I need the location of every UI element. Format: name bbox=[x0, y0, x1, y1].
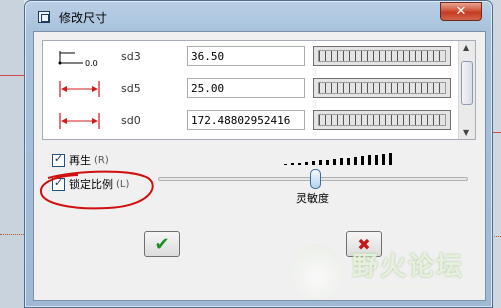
thumbwheel[interactable] bbox=[313, 46, 451, 66]
sensitivity-scale-icon bbox=[284, 153, 394, 165]
scroll-up-icon[interactable]: ▲ bbox=[463, 43, 469, 52]
regenerate-shortcut: (R) bbox=[94, 154, 109, 166]
sensitivity-tick bbox=[291, 163, 294, 165]
linear-dimension-icon: 0.0 bbox=[58, 51, 98, 67]
dimension-row: sd0 bbox=[43, 105, 457, 137]
sensitivity-tick bbox=[319, 160, 322, 165]
dimension-name: sd5 bbox=[121, 82, 141, 95]
cad-dotted-line bbox=[0, 234, 24, 235]
sensitivity-tick bbox=[375, 155, 378, 165]
scroll-down-icon[interactable]: ▼ bbox=[463, 128, 469, 137]
svg-text:0.0: 0.0 bbox=[85, 59, 98, 67]
sensitivity-tick bbox=[368, 155, 371, 165]
sensitivity-tick bbox=[312, 161, 315, 165]
close-button[interactable]: ✕ bbox=[440, 2, 482, 21]
sensitivity-tick bbox=[326, 160, 329, 165]
sensitivity-tick bbox=[333, 159, 336, 165]
dialog-icon bbox=[38, 11, 50, 23]
sensitivity-tick bbox=[284, 164, 287, 165]
regenerate-label: 再生 bbox=[69, 154, 91, 167]
ok-button[interactable]: ✔ bbox=[144, 231, 180, 257]
cad-background-left bbox=[0, 0, 24, 308]
dimension-list: 0.0 sd3 sd5 bbox=[42, 40, 476, 140]
watermark-title: 野火论坛 bbox=[352, 252, 465, 282]
dimension-value-input[interactable] bbox=[187, 110, 305, 130]
scroll-thumb[interactable] bbox=[461, 61, 473, 105]
sensitivity-slider-thumb[interactable] bbox=[310, 169, 321, 189]
dimension-value-input[interactable] bbox=[187, 46, 305, 66]
flame-logo-icon bbox=[292, 244, 342, 300]
cad-red-line bbox=[0, 75, 24, 76]
dimension-name: sd3 bbox=[121, 50, 141, 63]
title-bar[interactable]: 修改尺寸 ✕ bbox=[25, 1, 492, 31]
sensitivity-tick bbox=[340, 158, 343, 165]
sensitivity-tick bbox=[361, 156, 364, 165]
sensitivity-tick bbox=[354, 157, 357, 165]
thumbwheel[interactable] bbox=[313, 78, 451, 98]
dimension-row: sd5 bbox=[43, 73, 457, 105]
dimension-arrows-icon bbox=[59, 81, 100, 97]
watermark-url: www.proewildfire.cn bbox=[354, 282, 455, 293]
regenerate-option[interactable]: 再生 (R) bbox=[52, 152, 109, 168]
dialog-title: 修改尺寸 bbox=[59, 11, 108, 25]
dimension-name: sd0 bbox=[121, 114, 141, 127]
thumbwheel[interactable] bbox=[313, 110, 451, 130]
dimension-row: 0.0 sd3 bbox=[43, 41, 457, 73]
sensitivity-tick bbox=[389, 153, 392, 165]
regenerate-checkbox[interactable] bbox=[52, 152, 65, 167]
checkmark-icon: ✔ bbox=[154, 233, 170, 255]
dimension-arrows-icon bbox=[59, 113, 100, 129]
sensitivity-tick bbox=[382, 154, 385, 165]
sensitivity-tick bbox=[298, 163, 301, 165]
red-annotation-circle bbox=[40, 170, 154, 210]
watermark: 野火论坛 www.proewildfire.cn bbox=[288, 240, 498, 306]
sensitivity-label: 灵敏度 bbox=[296, 192, 329, 205]
dimension-value-input[interactable] bbox=[187, 78, 305, 98]
sensitivity-tick bbox=[305, 162, 308, 165]
list-scrollbar[interactable]: ▲ ▼ bbox=[458, 41, 475, 139]
sensitivity-tick bbox=[347, 158, 350, 165]
